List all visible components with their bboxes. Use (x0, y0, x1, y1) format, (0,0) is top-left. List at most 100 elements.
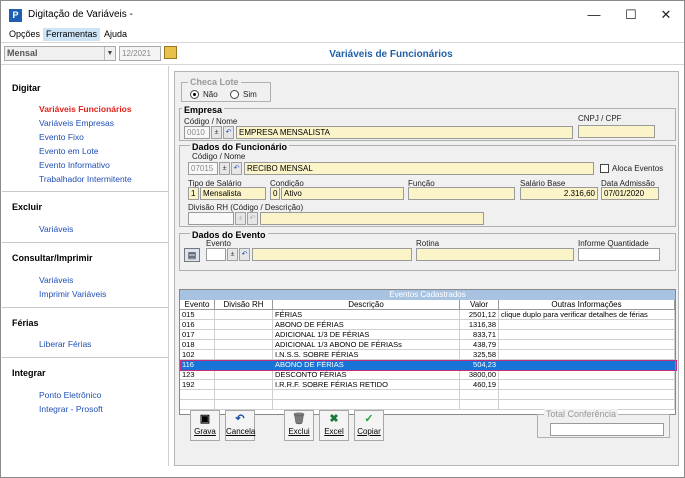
lookup-down-icon[interactable]: ± (211, 126, 222, 139)
cell-empty (180, 390, 215, 400)
sidebar-item-evento-em-lote[interactable]: Evento em Lote (39, 146, 99, 156)
book-icon[interactable]: ▤ (184, 248, 200, 262)
close-button[interactable]: ✕ (651, 6, 681, 26)
undo-icon[interactable]: ↶ (223, 126, 234, 139)
sidebar-item-integrar-prosoft[interactable]: Integrar - Prosoft (39, 404, 103, 414)
empresa-legend: Empresa (182, 105, 225, 115)
radio-nao[interactable] (190, 90, 199, 99)
menu-opcoes[interactable]: Opções (6, 28, 43, 41)
sidebar-item-imprimir-variaveis[interactable]: Imprimir Variáveis (39, 289, 106, 299)
sidebar-item-liberar-ferias[interactable]: Liberar Férias (39, 339, 91, 349)
period-type-select[interactable]: Mensal ▼ (4, 46, 116, 61)
sidebar-item-evento-informativo[interactable]: Evento Informativo (39, 160, 110, 170)
section-excluir: Excluir (12, 202, 43, 212)
salario-base-field[interactable]: 2.316,60 (520, 187, 598, 200)
condicao-field[interactable]: Ativo (281, 187, 404, 200)
cell-evento: 017 (180, 330, 215, 340)
rotina-field[interactable] (416, 248, 574, 261)
total-field (550, 423, 664, 436)
col-descricao[interactable]: Descrição (273, 300, 460, 310)
col-outras-informacoes[interactable]: Outras Informações (499, 300, 675, 310)
informe-quantidade-label: Informe Quantidade (578, 239, 649, 248)
tipo-salario-field[interactable]: Mensalista (200, 187, 266, 200)
cell-descricao: FÉRIAS (273, 310, 460, 320)
cell-empty (215, 400, 273, 410)
funcao-field[interactable] (408, 187, 515, 200)
divisao-codigo-field[interactable] (188, 212, 234, 225)
sidebar-item-consultar-variaveis[interactable]: Variáveis (39, 275, 73, 285)
app-window: P Digitação de Variáveis - — ☐ ✕ Opções … (0, 0, 685, 478)
sidebar-item-ponto-eletronico[interactable]: Ponto Eletrônico (39, 390, 101, 400)
cancela-label: Cancela (226, 427, 256, 436)
data-admissao-field[interactable]: 07/01/2020 (601, 187, 659, 200)
tipo-salario-code[interactable]: 1 (188, 187, 199, 200)
sidebar-item-variaveis-funcionarios[interactable]: Variáveis Funcionários (39, 104, 132, 114)
lookup-down-icon[interactable]: ± (227, 248, 238, 261)
exclui-button[interactable]: 🗑 Exclui (284, 410, 314, 441)
divisao-descricao-field[interactable] (260, 212, 484, 225)
check-icon: ✓ (364, 413, 374, 425)
sidebar-item-excluir-variaveis[interactable]: Variáveis (39, 224, 73, 234)
cell-divisao (215, 370, 273, 380)
cancela-button[interactable]: ↶ Cancela (225, 410, 255, 441)
cell-valor: 833,71 (460, 330, 499, 340)
copiar-button[interactable]: ✓ Copiar (354, 410, 384, 441)
sidebar-item-trabalhador-intermitente[interactable]: Trabalhador Intermitente (39, 174, 132, 184)
menu-ajuda[interactable]: Ajuda (101, 28, 130, 41)
evento-descricao-field[interactable] (252, 248, 412, 261)
undo-icon[interactable]: ↶ (239, 248, 250, 261)
cell-info (499, 330, 675, 340)
checa-lote-group: Checa Lote Não Sim (181, 77, 271, 102)
cell-divisao (215, 380, 273, 390)
trash-icon: 🗑 (292, 413, 306, 425)
col-divisao[interactable]: Divisão RH (215, 300, 273, 310)
cell-evento: 015 (180, 310, 215, 320)
funcionario-codigo-field[interactable]: 07015 (188, 162, 218, 175)
exclui-label: Exclui (288, 427, 310, 436)
cell-valor: 460,19 (460, 380, 499, 390)
sidebar-divider (2, 242, 169, 243)
undo-icon[interactable]: ↶ (231, 162, 242, 175)
total-group: Total Conferência (537, 409, 670, 438)
rotina-label: Rotina (416, 239, 440, 248)
funcionario-nome-field[interactable]: RECIBO MENSAL (244, 162, 594, 175)
chevron-down-icon[interactable]: ▼ (104, 47, 115, 60)
cell-empty (273, 400, 460, 410)
condicao-code[interactable]: 0 (270, 187, 280, 200)
cell-evento: 018 (180, 340, 215, 350)
period-date-field[interactable]: 12/2021 (119, 46, 161, 61)
cell-valor: 504,23 (460, 360, 499, 370)
lookup-down-icon[interactable]: ± (219, 162, 230, 175)
minimize-button[interactable]: — (579, 6, 609, 26)
cell-valor: 438,79 (460, 340, 499, 350)
sidebar-item-evento-fixo[interactable]: Evento Fixo (39, 132, 84, 142)
maximize-button[interactable]: ☐ (616, 6, 646, 26)
undo-icon[interactable]: ↶ (247, 212, 258, 225)
empresa-nome-field[interactable]: EMPRESA MENSALISTA (236, 126, 573, 139)
lookup-down-icon[interactable]: ± (235, 212, 246, 225)
cell-descricao: ADICIONAL 1/3 ABONO DE FÉRIASs (273, 340, 460, 350)
cell-evento: 192 (180, 380, 215, 390)
empresa-codigo-field[interactable]: 0010 (184, 126, 210, 139)
col-valor[interactable]: Valor (460, 300, 499, 310)
informe-quantidade-field[interactable] (578, 248, 660, 261)
cnpj-field[interactable] (578, 125, 655, 138)
main-panel: Checa Lote Não Sim Empresa Código / Nome… (174, 71, 679, 466)
excel-button[interactable]: ✖ Excel (319, 410, 349, 441)
cell-empty (499, 390, 675, 400)
cell-empty (180, 400, 215, 410)
grava-button[interactable]: ▣ Grava (190, 410, 220, 441)
aloca-eventos-checkbox[interactable] (600, 164, 609, 173)
menu-ferramentas[interactable]: Ferramentas (43, 28, 101, 41)
evento-codigo-field[interactable] (206, 248, 226, 261)
cell-empty (460, 390, 499, 400)
cell-descricao: I.R.R.F. SOBRE FÉRIAS RETIDO (273, 380, 460, 390)
col-evento[interactable]: Evento (180, 300, 215, 310)
cell-empty (460, 400, 499, 410)
cell-divisao (215, 350, 273, 360)
section-ferias: Férias (12, 318, 39, 328)
sidebar-item-variaveis-empresas[interactable]: Variáveis Empresas (39, 118, 114, 128)
window-title: Digitação de Variáveis - (28, 9, 133, 20)
funcionario-group: Dados do Funcionário Código / Nome 07015… (179, 142, 676, 227)
radio-sim[interactable] (230, 90, 239, 99)
